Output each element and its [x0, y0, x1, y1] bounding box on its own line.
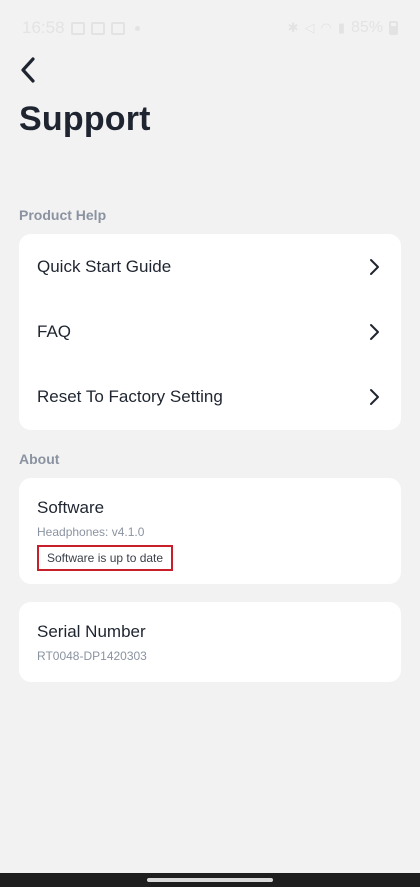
- wifi-icon: ◠: [320, 20, 332, 35]
- menu-item-label: Quick Start Guide: [37, 256, 172, 276]
- menu-item-faq[interactable]: FAQ: [19, 299, 401, 364]
- mute-icon: ◁: [304, 20, 315, 35]
- status-left: 16:58: [22, 18, 140, 38]
- system-navigation-bar: [0, 873, 420, 887]
- status-right: ✱ ◁ ◠ ▮ 85%: [288, 19, 398, 37]
- menu-item-quick-start-guide[interactable]: Quick Start Guide: [19, 234, 401, 299]
- software-card: Software Headphones: v4.1.0 Software is …: [19, 478, 401, 584]
- menu-item-label: Reset To Factory Setting: [37, 386, 223, 406]
- home-indicator[interactable]: [147, 878, 273, 882]
- status-bar: 16:58 ✱ ◁ ◠ ▮ 85%: [0, 0, 420, 56]
- chevron-right-icon: [365, 323, 383, 341]
- serial-number-value: RT0048-DP1420303: [37, 649, 147, 663]
- serial-card-content: Serial Number RT0048-DP1420303: [19, 602, 401, 663]
- software-status: Software is up to date: [37, 545, 174, 571]
- status-time: 16:58: [22, 18, 65, 37]
- chevron-right-icon: [365, 258, 383, 276]
- software-version: Headphones: v4.1.0: [37, 525, 145, 539]
- more-notifications-icon: [134, 25, 140, 31]
- software-title: Software: [37, 498, 105, 517]
- menu-item-reset-factory[interactable]: Reset To Factory Setting: [19, 364, 401, 429]
- chevron-left-icon: [21, 57, 35, 83]
- notification-icon: [70, 21, 85, 35]
- gallery-icon: [90, 21, 105, 35]
- signal-icon: ▮: [337, 20, 345, 35]
- bluetooth-icon: ✱: [287, 20, 299, 35]
- serial-number-title: Serial Number: [37, 622, 146, 641]
- software-card-content: Software Headphones: v4.1.0 Software is …: [19, 478, 401, 571]
- battery-level: 85%: [350, 19, 383, 36]
- mail-icon: [110, 21, 125, 35]
- battery-icon: [389, 21, 398, 35]
- serial-number-card: Serial Number RT0048-DP1420303: [19, 602, 401, 682]
- section-label-about: About: [19, 451, 60, 467]
- menu-item-label: FAQ: [37, 321, 72, 341]
- back-button[interactable]: [10, 52, 46, 88]
- section-label-product-help: Product Help: [19, 207, 107, 223]
- support-screen: 16:58 ✱ ◁ ◠ ▮ 85% Support Product Help Q…: [0, 0, 420, 887]
- page-title: Support: [19, 100, 151, 138]
- chevron-right-icon: [365, 388, 383, 406]
- product-help-card: Quick Start Guide FAQ Reset To Factory S…: [19, 234, 401, 430]
